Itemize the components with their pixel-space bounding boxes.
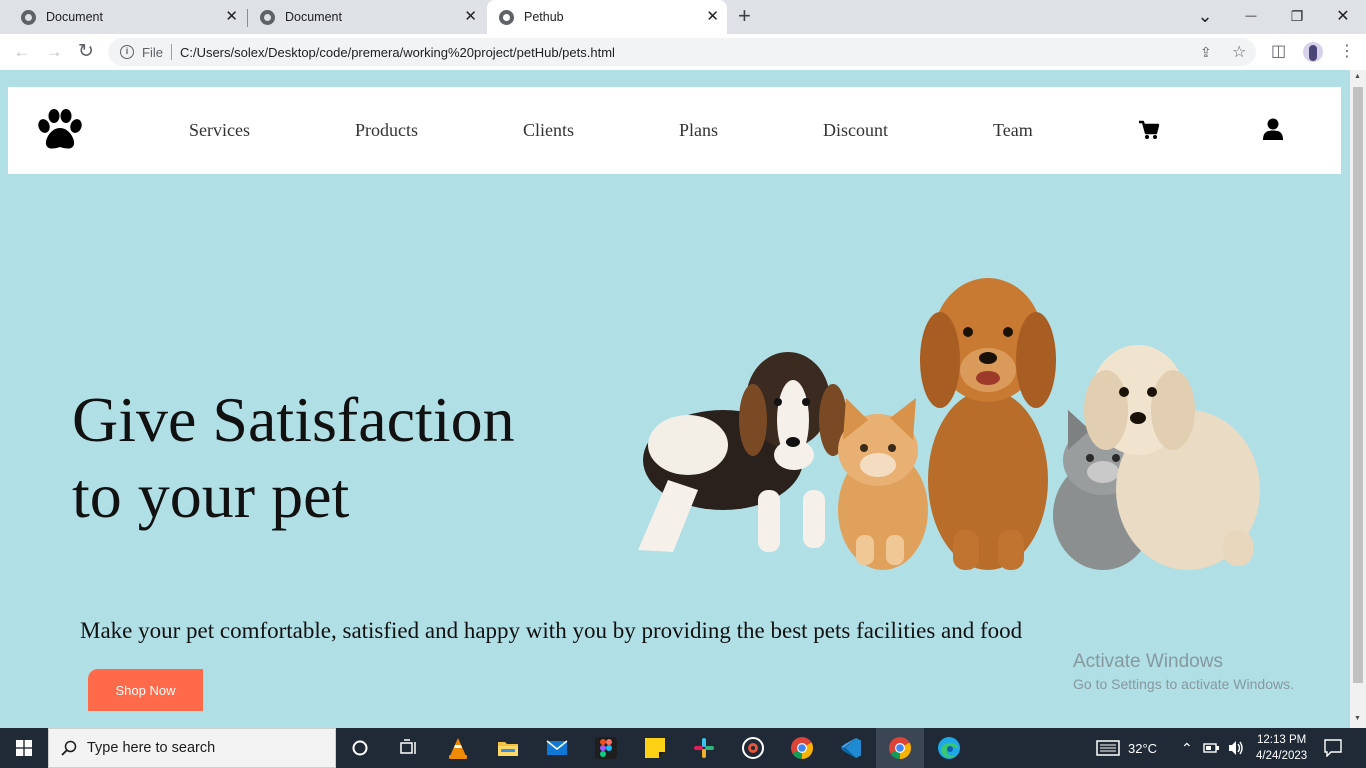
beagle-puppy <box>638 352 847 552</box>
vscode-icon[interactable] <box>839 736 863 760</box>
weather-widget[interactable]: 32°C <box>1096 728 1157 768</box>
media-player-icon[interactable] <box>741 736 765 760</box>
weather-temperature: 32°C <box>1128 740 1158 756</box>
site-info-icon[interactable]: i <box>120 45 134 59</box>
tab-document-1[interactable]: Document ✕ <box>0 0 246 34</box>
forward-button[interactable]: → <box>44 42 64 62</box>
back-button[interactable]: ← <box>12 42 32 62</box>
tab-pethub[interactable]: Pethub ✕ <box>487 0 727 34</box>
hero-title-line-1: Give Satisfaction <box>72 384 515 455</box>
tab-strip: Document ✕ Document ✕ Pethub ✕ + ⌄ — ❐ ✕ <box>0 0 1366 34</box>
browser-toolbar: ← → ↻ i File C:/Users/solex/Desktop/code… <box>0 34 1366 70</box>
tab-document-2[interactable]: Document ✕ <box>239 0 485 34</box>
scheme-label: File <box>142 44 163 60</box>
weather-icon <box>1096 740 1120 756</box>
cart-icon[interactable] <box>1138 119 1160 141</box>
pets-hero-image <box>638 278 1260 570</box>
network-icon[interactable] <box>1203 740 1221 756</box>
profile-avatar[interactable] <box>1303 42 1323 62</box>
new-tab-button[interactable]: + <box>738 5 751 27</box>
tab-close-icon[interactable]: ✕ <box>225 9 238 24</box>
chrome-icon[interactable] <box>888 736 912 760</box>
activate-windows-watermark: Activate Windows Go to Settings to activ… <box>1073 651 1294 692</box>
tray-overflow-icon[interactable]: ⌃ <box>1181 728 1193 768</box>
edge-icon[interactable] <box>937 736 961 760</box>
minimize-button[interactable]: — <box>1228 0 1274 32</box>
tab-title: Document <box>46 10 103 24</box>
site-navbar: Services Products Clients Plans Discount… <box>8 87 1341 174</box>
windows-start-icon[interactable] <box>16 740 32 756</box>
search-placeholder: Type here to search <box>87 740 216 756</box>
cortana-icon[interactable] <box>348 736 372 760</box>
sticky-notes-icon[interactable] <box>643 736 667 760</box>
tab-search-button[interactable]: ⌄ <box>1182 0 1228 32</box>
restore-button[interactable]: ❐ <box>1274 0 1320 32</box>
close-window-button[interactable]: ✕ <box>1320 0 1366 32</box>
paw-icon[interactable] <box>36 109 84 151</box>
url-text[interactable]: C:/Users/solex/Desktop/code/premera/work… <box>180 45 615 60</box>
notifications-icon[interactable] <box>1324 739 1342 757</box>
user-icon[interactable] <box>1263 118 1283 140</box>
nav-discount[interactable]: Discount <box>823 120 888 141</box>
chrome-menu-icon[interactable]: ⋮ <box>1339 41 1355 61</box>
golden-puppy <box>920 278 1056 570</box>
hero-subtitle: Make your pet comfortable, satisfied and… <box>80 618 1023 643</box>
tab-close-icon[interactable]: ✕ <box>464 9 477 24</box>
watermark-title: Activate Windows <box>1073 651 1223 672</box>
tab-close-icon[interactable]: ✕ <box>706 9 719 24</box>
tab-title: Pethub <box>524 10 564 24</box>
address-divider <box>170 44 172 60</box>
reload-button[interactable]: ↻ <box>76 42 96 62</box>
figma-icon[interactable] <box>594 736 618 760</box>
globe-icon <box>499 9 514 25</box>
nav-clients[interactable]: Clients <box>523 120 574 141</box>
vlc-icon[interactable] <box>446 736 470 760</box>
scrollbar-thumb[interactable] <box>1353 87 1363 683</box>
globe-icon <box>260 9 275 25</box>
scroll-up-icon[interactable]: ▲ <box>1354 73 1361 80</box>
page-scrollbar[interactable]: ▲ ▼ <box>1350 70 1366 728</box>
search-icon <box>61 740 77 756</box>
slack-icon[interactable] <box>692 736 716 760</box>
clock-time: 12:13 PM <box>1256 734 1307 746</box>
ginger-kitten <box>838 398 928 570</box>
clock-date: 4/24/2023 <box>1256 750 1308 762</box>
share-icon[interactable]: ⇪ <box>1200 44 1212 61</box>
hero-title-line-2: to your pet <box>72 460 350 531</box>
system-clock[interactable]: 12:13 PM 4/24/2023 <box>1256 732 1307 764</box>
task-view-icon[interactable] <box>396 736 420 760</box>
side-panel-icon[interactable]: ◫ <box>1271 41 1286 61</box>
file-explorer-icon[interactable] <box>496 736 520 760</box>
volume-icon[interactable] <box>1227 739 1245 757</box>
nav-services[interactable]: Services <box>189 120 250 141</box>
globe-icon <box>21 9 36 25</box>
taskbar-search-box[interactable]: Type here to search <box>48 728 336 768</box>
shop-now-button[interactable]: Shop Now <box>88 669 203 711</box>
tab-title: Document <box>285 10 342 24</box>
nav-plans[interactable]: Plans <box>679 120 718 141</box>
nav-products[interactable]: Products <box>355 120 418 141</box>
chrome-icon[interactable] <box>790 736 814 760</box>
hero-title: Give Satisfaction to your pet <box>72 382 592 534</box>
page-viewport: Services Products Clients Plans Discount… <box>0 70 1350 728</box>
mail-icon[interactable] <box>545 736 569 760</box>
watermark-subtitle: Go to Settings to activate Windows. <box>1073 676 1294 692</box>
scroll-down-icon[interactable]: ▼ <box>1354 715 1361 722</box>
bookmark-star-icon[interactable]: ☆ <box>1232 42 1246 62</box>
nav-team[interactable]: Team <box>993 120 1033 141</box>
address-bar[interactable]: i File C:/Users/solex/Desktop/code/preme… <box>108 38 1256 66</box>
windows-taskbar: Type here to search 32°C ⌃ 12:13 PM 4/24… <box>0 728 1366 768</box>
